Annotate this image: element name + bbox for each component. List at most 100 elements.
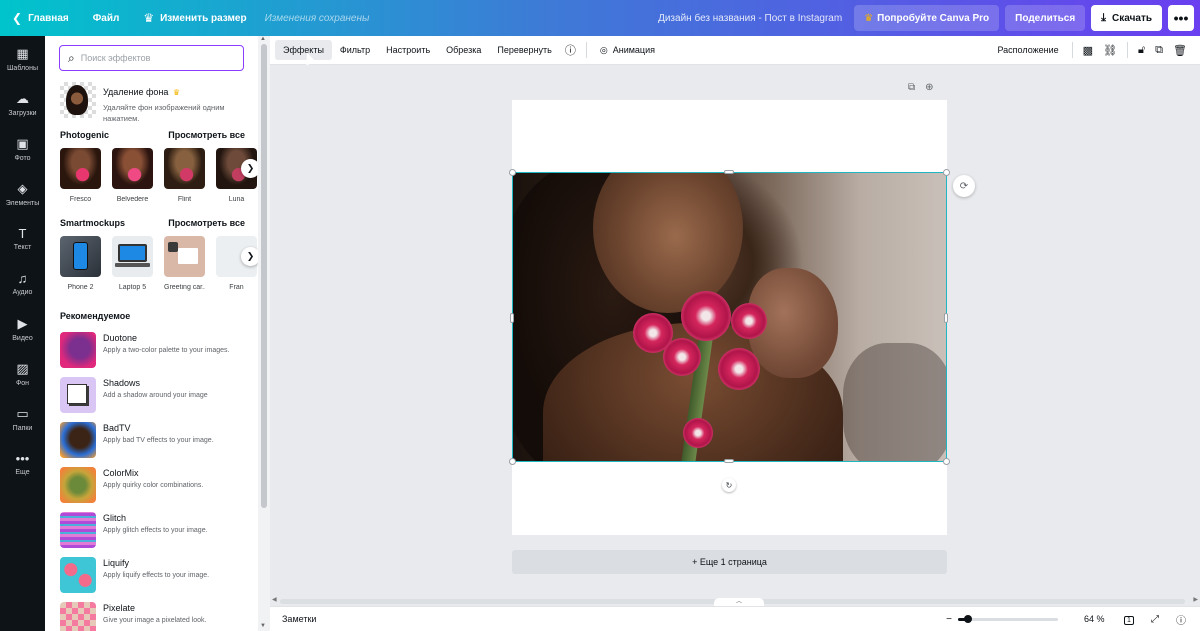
selected-photo[interactable]	[512, 172, 947, 462]
home-button[interactable]: ❮ Главная	[0, 0, 81, 36]
duplicate-page-icon[interactable]: ⧉	[908, 82, 915, 93]
trash-icon[interactable]: 🗑︎	[1168, 44, 1192, 57]
search-input[interactable]	[80, 53, 221, 63]
rail-item-templates[interactable]: ▦ Шаблоны	[0, 36, 45, 81]
section-title: Рекомендуемое	[60, 311, 131, 321]
resize-handle-top[interactable]	[724, 170, 734, 174]
rail-label: Фото	[14, 154, 31, 162]
carousel-next-button[interactable]: ❯	[241, 247, 258, 266]
transparency-icon[interactable]: ▩	[1078, 44, 1098, 57]
rail-item-audio[interactable]: ♫ Аудио	[0, 261, 45, 306]
help-icon[interactable]: ⓘ	[1170, 612, 1192, 627]
add-page-button[interactable]: + Еще 1 страница	[512, 550, 947, 574]
filter-flint[interactable]: Flint	[164, 148, 205, 208]
resize-handle-tl[interactable]	[509, 169, 516, 176]
mockup-frame[interactable]: Fran	[216, 236, 257, 296]
resize-handle-bottom[interactable]	[724, 459, 734, 463]
layout-icon: ▦	[16, 45, 29, 61]
rail-item-photos[interactable]: ▣ Фото	[0, 126, 45, 171]
rail-label: Текст	[13, 244, 32, 251]
resize-handle-br[interactable]	[943, 458, 950, 465]
mockup-laptop[interactable]: Laptop 5	[112, 236, 153, 296]
more-options-button[interactable]: •••	[1168, 5, 1194, 31]
smartmockups-carousel: Phone 2 Laptop 5 Greeting car... Fran ❯	[60, 236, 258, 296]
toolbar-divider	[585, 42, 587, 58]
notes-button[interactable]: Заметки	[282, 614, 316, 624]
effect-title: Liquify	[103, 558, 130, 568]
rail-item-more[interactable]: ••• Еще	[0, 441, 45, 486]
flip-button[interactable]: Перевернуть	[489, 40, 559, 60]
background-remover-item[interactable]: Удаление фона ♛ Удаляйте фон изображений…	[60, 82, 250, 123]
rail-item-text[interactable]: T Текст	[0, 216, 45, 261]
rail-item-uploads[interactable]: ☁ Загрузки	[0, 81, 45, 126]
effect-liquify[interactable]: Liquify Apply liquify effects to your ima…	[60, 557, 255, 602]
duplicate-icon[interactable]: ⧉	[1150, 44, 1168, 57]
rail-label: Папки	[12, 424, 33, 432]
effect-colormix[interactable]: ColorMix Apply quirky color combinations.	[60, 467, 255, 512]
resize-button[interactable]: ♛ Изменить размер	[131, 0, 258, 36]
photogenic-header: Photogenic Просмотреть все	[60, 130, 245, 140]
fullscreen-icon[interactable]: ⤢	[1144, 614, 1166, 625]
zoom-out-icon[interactable]: −	[946, 614, 952, 625]
info-icon[interactable]: ⓘ	[560, 42, 581, 58]
download-button[interactable]: ⤓ Скачать	[1091, 5, 1162, 31]
lock-icon[interactable]: 🔓︎	[1133, 44, 1150, 57]
comment-button[interactable]: ⟳	[953, 175, 975, 197]
music-icon: ♫	[17, 271, 28, 286]
try-pro-button[interactable]: ♛ Попробуйте Canva Pro	[854, 5, 1000, 31]
effect-desc: Apply glitch effects to your image.	[103, 527, 208, 534]
animate-button[interactable]: ◎ Анимация	[592, 40, 663, 60]
effect-desc: Apply a two-color palette to your images…	[103, 347, 230, 354]
effect-badtv[interactable]: BadTV Apply bad TV effects to your image.	[60, 422, 255, 467]
link-icon[interactable]: ⛓	[1098, 44, 1122, 57]
rail-item-folders[interactable]: ▭ Папки	[0, 396, 45, 441]
filter-luna[interactable]: Luna	[216, 148, 257, 208]
file-menu[interactable]: Файл	[81, 0, 132, 36]
page-count-button[interactable]: 1	[1118, 614, 1140, 625]
effect-glitch[interactable]: Glitch Apply glitch effects to your image…	[60, 512, 255, 557]
effect-shadows[interactable]: Shadows Add a shadow around your image	[60, 377, 255, 422]
see-all-link[interactable]: Просмотреть все	[168, 130, 245, 140]
share-button[interactable]: Поделиться	[1005, 5, 1086, 31]
resize-handle-bl[interactable]	[509, 458, 516, 465]
filter-belvedere[interactable]: Belvedere	[112, 148, 153, 208]
resize-handle-right[interactable]	[944, 313, 948, 323]
resize-handle-left[interactable]	[510, 313, 514, 323]
panel-scrollbar[interactable]: ▲ ▼	[258, 36, 270, 631]
add-page-icon[interactable]: ⊕	[925, 82, 933, 93]
resize-handle-tr[interactable]	[943, 169, 950, 176]
crop-button[interactable]: Обрезка	[438, 40, 489, 60]
search-box[interactable]: ⌕	[59, 45, 244, 71]
filter-button[interactable]: Фильтр	[332, 40, 378, 60]
zoom-value[interactable]: 64 %	[1084, 614, 1114, 624]
effect-pixelate[interactable]: Pixelate Give your image a pixelated look…	[60, 602, 255, 631]
effect-thumbnail	[60, 512, 96, 548]
resize-label: Изменить размер	[160, 12, 247, 24]
zoom-slider-knob[interactable]	[964, 614, 972, 623]
carousel-next-button[interactable]: ❯	[241, 159, 258, 178]
rail-item-elements[interactable]: ◈ Элементы	[0, 171, 45, 216]
scroll-up-icon[interactable]: ▲	[260, 36, 266, 42]
document-title[interactable]: Дизайн без названия - Пост в Instagram	[658, 13, 854, 24]
notes-collapse-tab[interactable]: ︿	[714, 598, 764, 606]
rail-item-video[interactable]: ▶ Видео	[0, 306, 45, 351]
rail-item-background[interactable]: ▨ Фон	[0, 351, 45, 396]
mockup-phone[interactable]: Phone 2	[60, 236, 101, 296]
mockup-thumbnail	[164, 236, 205, 277]
filter-fresco[interactable]: Fresco	[60, 148, 101, 208]
rotate-handle[interactable]: ↻	[722, 478, 736, 492]
scroll-left-icon[interactable]: ◀	[272, 596, 277, 603]
recommended-header: Рекомендуемое	[60, 311, 245, 321]
scroll-right-icon[interactable]: ▶	[1193, 596, 1198, 603]
position-button[interactable]: Расположение	[989, 40, 1066, 60]
scrollbar-thumb[interactable]	[261, 44, 267, 508]
zoom-slider[interactable]	[958, 614, 1058, 623]
mockup-greeting-card[interactable]: Greeting car...	[164, 236, 205, 296]
crown-icon: ♛	[864, 12, 874, 24]
see-all-link[interactable]: Просмотреть все	[168, 218, 245, 228]
adjust-button[interactable]: Настроить	[378, 40, 438, 60]
scroll-down-icon[interactable]: ▼	[260, 623, 266, 629]
effect-duotone[interactable]: Duotone Apply a two-color palette to your…	[60, 332, 255, 377]
filter-label: Flint	[177, 196, 192, 203]
effect-title: Pixelate	[103, 603, 136, 613]
